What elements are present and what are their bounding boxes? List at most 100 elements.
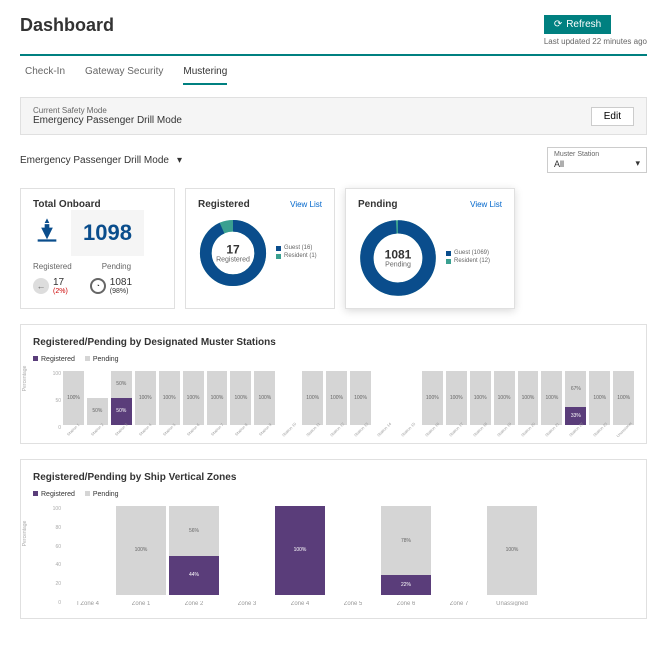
bar-category-label: Unassigned — [496, 601, 528, 606]
bar-segment-pending: 100% — [302, 371, 323, 425]
bar-column: 100%Station 13 — [350, 371, 371, 431]
pending-donut-number: 1081 — [385, 248, 412, 262]
muster-stations-legend: Registered Pending — [33, 356, 634, 363]
bar-segment-pending: 100% — [254, 371, 275, 425]
muster-station-dropdown[interactable]: Muster Station All ▾ — [547, 147, 647, 173]
vertical-zones-bars: Percentage 100806040200 I Zone 4100%Zone… — [33, 506, 634, 606]
chevron-down-icon: ▾ — [635, 158, 640, 169]
tab-gateway-security[interactable]: Gateway Security — [85, 66, 163, 85]
refresh-icon: ⟳ — [554, 19, 562, 30]
total-onboard-number: 1098 — [83, 220, 132, 246]
clock-icon: ◔ — [90, 278, 106, 294]
mode-dropdown[interactable]: Emergency Passenger Drill Mode ▾ — [20, 155, 182, 166]
tab-mustering[interactable]: Mustering — [183, 66, 227, 85]
bar-segment-pending: 67% — [565, 371, 586, 407]
arrow-left-icon: ← — [33, 278, 49, 294]
bar-column: Zone 5 — [328, 506, 378, 606]
bar-category-label: I Zone 4 — [77, 601, 99, 606]
pending-card: Pending View List 1081 Pending Guest (10… — [345, 188, 515, 309]
mode-dropdown-value: Emergency Passenger Drill Mode — [20, 155, 169, 166]
legend-registered: Registered — [41, 356, 75, 363]
bar-column: 100%Station 18 — [470, 371, 491, 431]
safety-mode-bar: Current Safety Mode Emergency Passenger … — [20, 97, 647, 135]
pending-percent: (98%) — [110, 288, 132, 295]
bar-column: Zone 3 — [222, 506, 272, 606]
bar-column: I Zone 4 — [63, 506, 113, 606]
total-onboard-card: Total Onboard 1098 Registered Pending ← … — [20, 188, 175, 309]
safety-mode-label: Current Safety Mode — [33, 106, 182, 115]
page-title: Dashboard — [20, 15, 114, 36]
muster-station-label: Muster Station — [554, 151, 640, 158]
bar-segment-pending: 100% — [518, 371, 539, 425]
bar-column: 100%Station 1 — [63, 371, 84, 431]
bar-column: Zone 7 — [434, 506, 484, 606]
header-divider — [20, 54, 647, 56]
bar-segment-pending: 50% — [87, 398, 108, 425]
registered-donut-chart: 17 Registered — [198, 218, 268, 288]
bar-segment-pending: 100% — [116, 506, 166, 595]
y-axis-label: Percentage — [22, 521, 28, 547]
bar-segment-registered: 100% — [275, 506, 325, 595]
chevron-down-icon: ▾ — [177, 155, 182, 166]
bar-column: 100%Station 9 — [254, 371, 275, 431]
ship-icon — [33, 216, 61, 251]
pending-legend: Guest (1069) Resident (12) — [446, 250, 490, 266]
bar-category-label: Zone 1 — [132, 601, 151, 606]
registered-donut-number: 17 — [216, 243, 250, 257]
registered-card: Registered View List 17 Registered Guest… — [185, 188, 335, 309]
bar-segment-pending: 100% — [494, 371, 515, 425]
bar-segment-pending: 100% — [541, 371, 562, 425]
legend-resident: Resident (12) — [454, 258, 490, 264]
tabs: Check-In Gateway Security Mustering — [20, 66, 647, 85]
bar-category-label: Zone 5 — [344, 601, 363, 606]
tab-check-in[interactable]: Check-In — [25, 66, 65, 85]
bar-column: 100%Station 12 — [326, 371, 347, 431]
legend-registered: Registered — [41, 491, 75, 498]
bar-column: 100%Station 16 — [422, 371, 443, 431]
bar-segment-pending: 100% — [63, 371, 84, 425]
bar-column: 100%Station 4 — [135, 371, 156, 431]
muster-station-value: All — [554, 159, 564, 169]
bar-column: 100% Zone 1 — [116, 506, 166, 606]
bar-column: 100%Station 11 — [302, 371, 323, 431]
bar-segment-registered: 50% — [111, 398, 132, 425]
bar-column: 50%Station 2 — [87, 371, 108, 431]
bar-category-label: Zone 4 — [291, 601, 310, 606]
pending-donut-chart: 1081 Pending — [358, 218, 438, 298]
bar-segment-pending: 100% — [350, 371, 371, 425]
bar-column: 100%Station 21 — [541, 371, 562, 431]
bar-segment-pending: 100% — [487, 506, 537, 595]
vertical-zones-chart: Registered/Pending by Ship Vertical Zone… — [20, 459, 647, 619]
bar-segment-pending: 50% — [111, 371, 132, 398]
bar-column: 100%Station 5 — [159, 371, 180, 431]
bar-segment-pending: 100% — [422, 371, 443, 425]
registered-count: 17 — [53, 277, 68, 288]
bar-column: 100%Station 19 — [494, 371, 515, 431]
registered-percent: (2%) — [53, 288, 68, 295]
registered-legend: Guest (16) Resident (1) — [276, 245, 317, 261]
registered-view-list-link[interactable]: View List — [290, 200, 322, 209]
legend-guest: Guest (16) — [284, 245, 312, 251]
muster-stations-chart: Registered/Pending by Designated Muster … — [20, 324, 647, 444]
bar-column: 100%Station 7 — [207, 371, 228, 431]
bar-segment-registered: 22% — [381, 575, 431, 595]
bar-column: 100%Station 20 — [518, 371, 539, 431]
bar-column: Station 14 — [374, 371, 395, 431]
bar-segment-pending: 100% — [326, 371, 347, 425]
bar-segment-pending: 100% — [207, 371, 228, 425]
muster-stations-title: Registered/Pending by Designated Muster … — [33, 337, 634, 348]
last-updated-text: Last updated 22 minutes ago — [544, 37, 647, 46]
legend-pending: Pending — [93, 356, 119, 363]
bar-column: 100%Station 23 — [589, 371, 610, 431]
refresh-label: Refresh — [566, 19, 601, 30]
vertical-zones-title: Registered/Pending by Ship Vertical Zone… — [33, 472, 634, 483]
edit-button[interactable]: Edit — [591, 107, 634, 126]
refresh-button[interactable]: ⟳ Refresh — [544, 15, 611, 34]
bar-segment-pending: 78% — [381, 506, 431, 575]
bar-column: 78%22%Zone 6 — [381, 506, 431, 606]
vertical-zones-legend: Registered Pending — [33, 491, 634, 498]
bar-column: 100% Unassigned — [487, 506, 537, 606]
pending-view-list-link[interactable]: View List — [470, 200, 502, 209]
bar-segment-pending: 100% — [446, 371, 467, 425]
registered-donut-label: Registered — [216, 257, 250, 264]
